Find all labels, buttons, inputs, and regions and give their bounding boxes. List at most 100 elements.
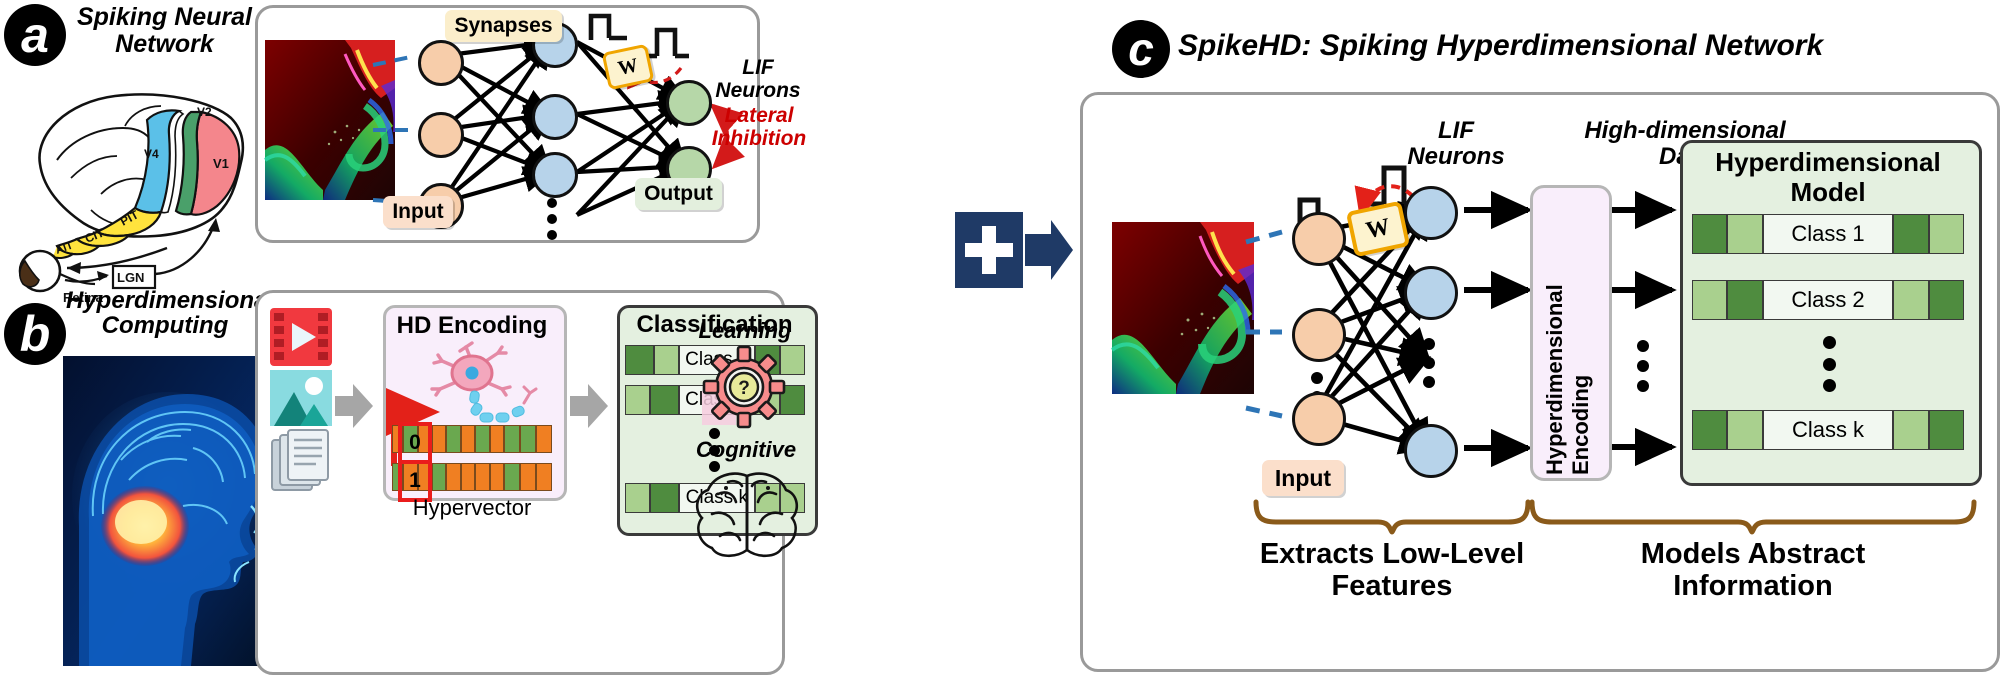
class-name: Class 1 [1762,214,1894,254]
svg-text:?: ? [738,378,750,399]
lif-line2-a: Neurons [715,78,801,102]
weight-label-c: W [1363,213,1393,244]
svg-text:LGN: LGN [117,270,144,285]
class-seg [650,385,679,415]
gear-icon: ? [702,345,786,429]
input-tag-c: Input [1262,460,1344,496]
hd-model-title: Hyperdimensional Model [1680,147,1976,208]
class-seg [1893,280,1929,320]
brace-right [1529,499,1977,535]
brain-scan-image [63,356,273,666]
class-seg [1928,214,1964,254]
lateral-inhibition-label: Lateral Inhibition [694,104,824,150]
panel-b-title: Hyperdimensional Computing [66,287,275,340]
class-seg [1692,214,1728,254]
class-seg [653,345,679,375]
brace-left-line1: Extracts Low-Level [1259,538,1525,570]
brace-right-label: Models Abstract Information [1578,538,1928,603]
input-image-c [1110,222,1254,394]
panel-a-badge: a [4,4,66,66]
hd-class-row-1: Class 1 [1692,214,1964,254]
class-seg [1893,214,1929,254]
snn-c-hidden-node-3 [1404,424,1458,478]
brain-icon [695,472,799,558]
snn-a-input-node-2 [418,112,464,158]
snn-c-hidden-ellipsis [1422,338,1435,388]
class-seg [1727,410,1763,450]
panel-a-title-line2: Network [115,29,214,58]
brace-left-label: Extracts Low-Level Features [1222,538,1562,603]
class-seg [625,345,654,375]
snn-a-hidden-node-2 [532,94,578,140]
brace-right-line2: Information [1673,570,1833,603]
panel-a-badge-letter: a [21,7,49,63]
class-name: Class 2 [1762,280,1894,320]
panel-b-badge: b [4,303,66,365]
panel-c-middle-ellipsis [1636,340,1649,392]
hd-model-line2: Model [1790,176,1866,207]
lif-line2-c: Neurons [1407,143,1505,171]
lif-line1-c: LIF [1438,117,1474,144]
snn-a-hidden-node-3 [532,152,578,198]
panel-c-badge: c [1112,20,1170,78]
cognitive-label: Cognitive [695,437,797,462]
output-tag-a: Output [635,178,722,210]
class-seg [650,483,679,513]
hd-class-row-k: Class k [1692,410,1964,450]
bit-bottom-value: 1 [409,469,421,492]
class-seg [1692,410,1728,450]
input-tag-a: Input [383,196,453,228]
synapses-tag: Synapses [445,10,562,42]
brace-left [1253,499,1531,535]
weight-label-a: W [615,53,640,80]
class-seg [1928,280,1964,320]
panel-c-badge-letter: c [1128,23,1154,75]
class-seg [1727,214,1763,254]
svg-text:V2: V2 [197,105,212,119]
panel-b-title-line1: Hyperdimensional [66,287,275,314]
lateral-line2: Inhibition [711,126,807,150]
hd-encoding-title: HD Encoding [396,312,548,339]
ventral-stream-diagram: V1 V2 V4 PIT CIT AIT LGN Retina [18,93,245,305]
class-seg [1893,410,1929,450]
document-icon [271,429,329,491]
brace-left-line2: Features [1331,570,1453,603]
panel-a-title: Spiking Neural Network [72,4,257,57]
class-seg [625,385,651,415]
class-seg [1727,280,1763,320]
image-icon [270,370,332,426]
video-icon [270,308,332,366]
snn-c-hidden-node-1 [1404,186,1458,240]
snn-c-input-node-2 [1292,308,1346,362]
hypervector-label: Hypervector [412,495,532,520]
panel-b-badge-letter: b [19,306,51,362]
panel-b-title-line2: Computing [101,312,229,340]
panel-a-title-line1: Spiking Neural [76,3,253,31]
class-seg [1928,410,1964,450]
svg-text:V4: V4 [144,147,159,161]
class-name: Class k [1762,410,1894,450]
synapses-label: Synapses [454,14,553,37]
hypervector-bit-top: 0 [398,422,432,464]
bit-top-value: 0 [409,431,421,454]
lif-neurons-label-a: LIF Neurons [698,56,818,102]
hd-model-ellipsis [1822,336,1836,392]
hd-encoding-vertical-label: Hyperdimensional Encoding [1542,284,1593,475]
learning-label: Learning [698,318,792,343]
lif-line1-a: LIF [742,56,774,79]
lif-neurons-label-c: LIF Neurons [1390,117,1522,171]
flow-arrow-b-1 [335,384,373,428]
brace-right-line1: Models Abstract [1640,538,1866,570]
panel-c-title: SpikeHD: Spiking Hyperdimensional Networ… [1178,29,1824,62]
plus-arrow-connector [955,212,1073,288]
snn-a-hidden-ellipsis [546,198,558,240]
snn-c-hidden-node-2 [1404,266,1458,320]
input-label-a: Input [392,200,444,223]
svg-text:V1: V1 [213,156,229,171]
hd-class-row-2: Class 2 [1692,280,1964,320]
hd-model-line1: Hyperdimensional [1715,147,1941,177]
output-label-a: Output [644,182,713,205]
flow-arrow-b-2 [570,384,608,428]
snn-a-input-node-1 [418,40,464,86]
class-seg [625,483,651,513]
